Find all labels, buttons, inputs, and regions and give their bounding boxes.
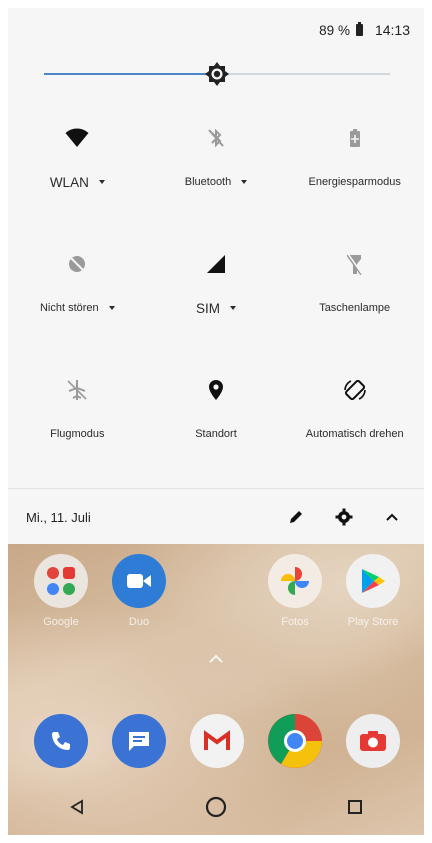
tile-airplane-mode[interactable]: Flugmodus — [8, 358, 147, 484]
quick-settings-footer: Mi., 11. Juli — [8, 488, 424, 545]
brightness-icon — [205, 62, 229, 86]
tile-flashlight[interactable]: Taschenlampe — [285, 232, 424, 358]
gmail-icon[interactable] — [190, 714, 244, 768]
tile-label: Flugmodus — [50, 428, 105, 440]
tile-label: Energiesparmodus — [308, 176, 401, 188]
tile-label: Nicht stören — [39, 302, 99, 314]
status-bar: 89 % 14:13 — [8, 8, 424, 52]
collapse-button[interactable] — [368, 493, 416, 541]
tile-label: Standort — [195, 428, 237, 440]
app-label: Duo — [128, 616, 150, 628]
dropdown-caret-icon — [98, 180, 105, 184]
tile-label: Taschenlampe — [319, 302, 391, 314]
location-icon — [204, 378, 228, 402]
clock: 14:13 — [374, 22, 410, 38]
airplane-mode-icon — [65, 378, 89, 402]
back-icon — [70, 799, 84, 815]
brightness-thumb[interactable] — [204, 61, 230, 87]
chrome-icon[interactable] — [268, 714, 322, 768]
dropdown-caret-icon — [230, 306, 236, 310]
collapse-chevron-icon — [386, 513, 398, 521]
home-button[interactable] — [192, 783, 240, 831]
edit-icon — [290, 511, 302, 523]
cellular-signal-icon — [204, 252, 228, 276]
photos-icon[interactable] — [268, 554, 322, 608]
tile-bluetooth-label-row[interactable]: Bluetooth — [184, 174, 248, 190]
tile-sim-label-row[interactable]: SIM — [196, 300, 236, 316]
tile-battery-saver-label-row[interactable]: Energiesparmodus — [308, 174, 400, 190]
bluetooth-off-icon — [204, 126, 228, 150]
date-label: Mi., 11. Juli — [26, 509, 91, 525]
app-label: Google — [43, 616, 79, 628]
settings-button[interactable] — [320, 493, 368, 541]
tile-label: SIM — [195, 300, 220, 316]
tile-flashlight-label-row[interactable]: Taschenlampe — [319, 300, 390, 316]
battery-icon — [355, 22, 363, 36]
tile-auto-rotate[interactable]: Automatisch drehen — [285, 358, 424, 484]
tile-label: Bluetooth — [184, 176, 232, 188]
tile-dnd-label-row[interactable]: Nicht stören — [40, 300, 115, 316]
settings-icon — [335, 508, 353, 526]
messages-icon[interactable] — [112, 714, 166, 768]
tile-label: WLAN — [49, 174, 89, 190]
flashlight-off-icon — [343, 252, 367, 276]
back-button[interactable] — [53, 783, 101, 831]
tile-wlan[interactable]: WLAN — [8, 106, 147, 232]
app-label: Fotos — [281, 616, 309, 628]
home-screen-background: Google Duo Fotos Play Store — [8, 544, 424, 835]
recents-button[interactable] — [331, 783, 379, 831]
duo-icon[interactable] — [112, 554, 166, 608]
tile-airplane-label-row[interactable]: Flugmodus — [50, 426, 104, 442]
google-folder-icon[interactable] — [34, 554, 88, 608]
wifi-icon — [65, 126, 89, 150]
tile-location[interactable]: Standort — [147, 358, 286, 484]
brightness-slider[interactable] — [44, 61, 390, 87]
home-icon — [205, 796, 227, 818]
app-drawer-chevron-icon[interactable] — [208, 654, 224, 664]
tile-label: Automatisch drehen — [305, 428, 404, 440]
dropdown-caret-icon — [108, 306, 115, 310]
app-label: Play Store — [347, 616, 399, 628]
brightness-fill — [44, 73, 217, 75]
dropdown-caret-icon — [241, 180, 248, 184]
tile-sim[interactable]: SIM — [147, 232, 286, 358]
auto-rotate-icon — [343, 378, 367, 402]
recents-icon — [347, 800, 362, 814]
play-store-icon[interactable] — [346, 554, 400, 608]
phone-icon[interactable] — [34, 714, 88, 768]
navigation-bar — [8, 779, 424, 835]
tile-location-label-row[interactable]: Standort — [195, 426, 237, 442]
tile-auto-rotate-label-row[interactable]: Automatisch drehen — [306, 426, 404, 442]
camera-icon[interactable] — [346, 714, 400, 768]
tile-do-not-disturb[interactable]: Nicht stören — [8, 232, 147, 358]
battery-percentage: 89 % — [319, 22, 350, 38]
tile-battery-saver[interactable]: Energiesparmodus — [285, 106, 424, 232]
battery-saver-icon — [343, 126, 367, 150]
do-not-disturb-icon — [65, 252, 89, 276]
edit-button[interactable] — [272, 493, 320, 541]
quick-settings-tiles: WLAN Bluetooth Energiesparmodus Nicht st… — [8, 106, 424, 484]
tile-wlan-label-row[interactable]: WLAN — [50, 174, 105, 190]
quick-settings-screen: 89 % 14:13 WLAN Bluetooth Energiesparmod… — [8, 8, 424, 835]
tile-bluetooth[interactable]: Bluetooth — [147, 106, 286, 232]
